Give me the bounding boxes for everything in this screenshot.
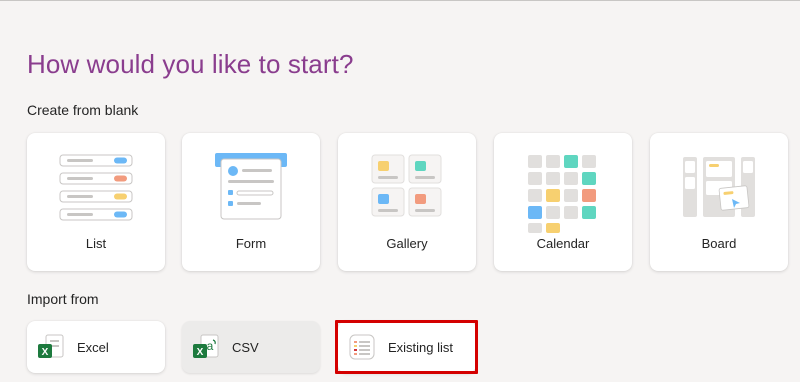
- board-template-card[interactable]: Board: [650, 133, 788, 271]
- existing-list-highlight: [335, 320, 478, 374]
- list-template-icon: [59, 154, 133, 221]
- board-template-icon: [683, 157, 755, 217]
- import-excel-card[interactable]: X Excel: [27, 321, 165, 373]
- import-excel-label: Excel: [77, 340, 109, 355]
- gallery-template-label: Gallery: [386, 236, 428, 251]
- import-csv-card[interactable]: a X CSV: [182, 321, 320, 373]
- page-title: How would you like to start?: [27, 49, 354, 79]
- svg-text:X: X: [197, 347, 204, 358]
- list-template-card[interactable]: List: [27, 133, 165, 271]
- gallery-template-card[interactable]: Gallery: [338, 133, 476, 271]
- gallery-template-icon: [371, 154, 442, 217]
- window-top-border: [0, 0, 800, 16]
- create-from-blank-heading: Create from blank: [27, 102, 139, 118]
- svg-text:a: a: [207, 339, 214, 353]
- form-template-label: Form: [235, 236, 267, 251]
- excel-icon: X: [38, 334, 64, 358]
- board-template-label: Board: [701, 236, 737, 251]
- form-template-icon: [215, 153, 287, 220]
- calendar-template-card[interactable]: Calendar: [494, 133, 632, 271]
- calendar-template-icon: [528, 155, 596, 233]
- csv-icon: a X: [193, 334, 219, 358]
- import-csv-label: CSV: [232, 340, 259, 355]
- calendar-template-label: Calendar: [536, 236, 590, 251]
- form-template-card[interactable]: Form: [182, 133, 320, 271]
- svg-text:X: X: [42, 347, 49, 358]
- list-template-label: List: [85, 236, 107, 251]
- import-from-heading: Import from: [27, 291, 99, 307]
